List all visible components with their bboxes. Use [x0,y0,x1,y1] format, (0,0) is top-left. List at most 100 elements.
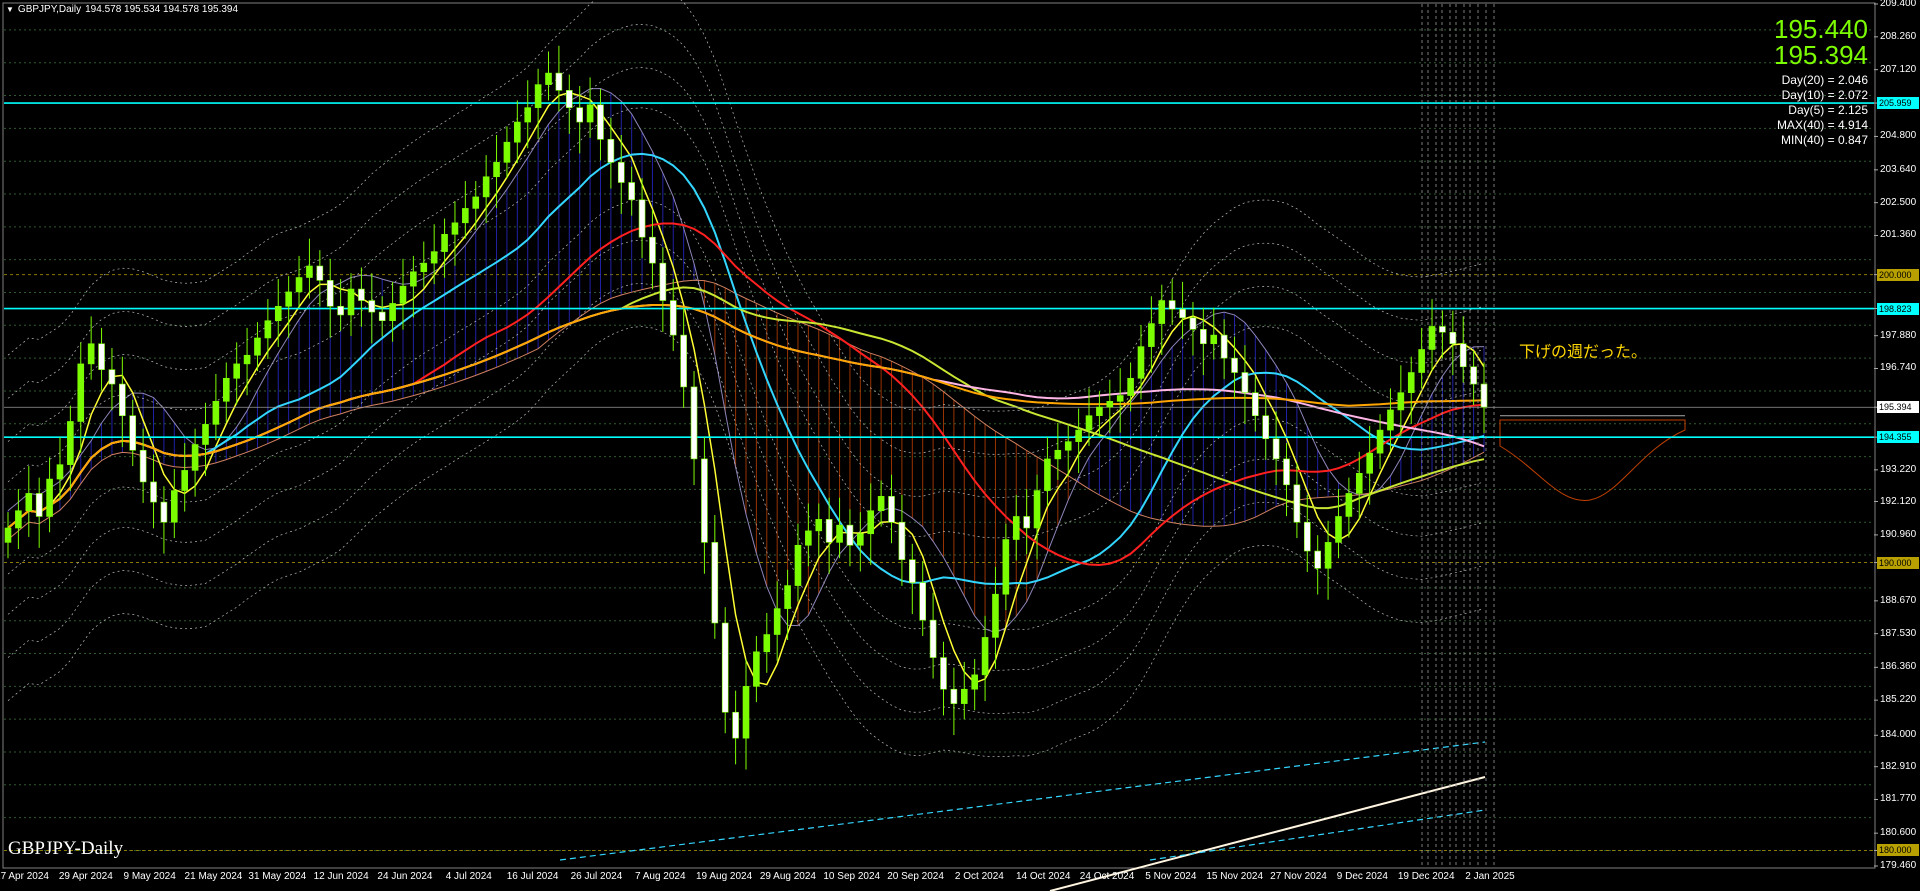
symbol-timeframe: GBPJPY,Daily [17,4,82,15]
candle-body [784,585,791,609]
candle-body [597,104,604,140]
candle-body [171,490,178,523]
candle-body [129,415,137,451]
y-tick-label: 187.530 [1880,627,1917,639]
candle-body [773,608,781,635]
y-tick-label: 185.220 [1880,694,1917,706]
x-tick-label: 19 Dec 2024 [1397,871,1455,882]
x-tick-label: 27 Nov 2024 [1270,871,1327,882]
candle-body [1033,490,1041,529]
candle-body [1470,366,1477,385]
candle-body [1428,326,1436,350]
candle-body [1127,377,1134,396]
candle-body [649,236,656,264]
candle-body [825,519,833,543]
x-tick-label: 7 Aug 2024 [634,871,686,882]
candle-body [1075,429,1082,442]
x-tick-label: 15 Nov 2024 [1206,871,1264,882]
candle-body [524,107,532,123]
candle-body [368,300,376,313]
price-chart[interactable] [0,0,1920,891]
candle-body [1314,550,1321,569]
candle-body [1168,300,1176,310]
candle-body [1335,516,1342,543]
stat-min40: MIN(40) = 0.847 [1780,133,1868,147]
candle-body [680,334,687,388]
x-tick-label: 24 Oct 2024 [1079,871,1135,882]
candle-body [420,262,428,273]
candle-body [56,464,64,480]
candle-body [451,222,459,235]
chevron-down-icon[interactable]: ▼ [6,5,14,14]
ask-price: 195.394 [1774,40,1868,70]
x-tick-label: 2 Jan 2025 [1465,871,1515,882]
candle-body [108,369,116,385]
candle-body [1200,329,1207,345]
stat-day5: Day(5) = 2.125 [1788,103,1868,117]
candle-body [212,401,220,425]
candle-body [1407,372,1415,393]
candle-body [1272,438,1280,460]
candle-body [399,285,407,304]
x-tick-label: 14 Oct 2024 [1015,871,1071,882]
candle-body [243,354,251,365]
candle-body [264,320,272,339]
candle-body [430,251,438,264]
candle-body [960,688,968,704]
candle-body [711,542,719,624]
candle-body [1189,317,1197,330]
range-stats: Day(20) = 2.046 Day(10) = 2.072 Day(5) =… [1777,73,1868,148]
candle-body [617,162,625,183]
candle-body [1303,521,1311,552]
candle-body [316,265,324,281]
candle-body [441,234,448,252]
candle-body [1418,349,1425,373]
chart-annotation[interactable]: 下げの週だった。 [1519,338,1647,362]
x-tick-label: 5 Nov 2024 [1145,871,1197,882]
chart-header: ▼ GBPJPY,Daily 194.578 195.534 194.578 195… [6,4,242,15]
x-tick-label: 16 Jul 2024 [506,871,559,882]
y-tick-label: 184.000 [1880,729,1917,741]
candle-body [285,291,292,307]
candle-body [971,674,978,690]
candle-body [1387,409,1394,431]
stat-day10: Day(10) = 2.072 [1781,88,1868,102]
candle-body [857,533,864,546]
candle-body [1148,323,1155,347]
x-tick-label: 2 Oct 2024 [954,871,1004,882]
candle-body [1210,334,1218,345]
candle-body [295,277,303,293]
candle-body [1376,429,1384,454]
candle-body [1096,406,1103,417]
candle-body [1179,308,1186,319]
candle-body [4,527,12,543]
stat-day20: Day(20) = 2.046 [1781,73,1868,87]
ohlc-values: 194.578 195.534 194.578 195.394 [85,4,239,15]
y-tick-label: 180.600 [1880,827,1917,839]
candle-body [909,559,916,583]
candle-body [1023,516,1030,529]
candle-body [929,619,937,658]
candle-body [1137,346,1145,379]
candle-body [493,162,500,178]
candle-body [753,651,760,687]
candle-body [1459,343,1467,368]
candle-body [254,337,261,356]
candle-body [46,478,53,517]
candle-body [1480,383,1488,408]
candle-body [732,711,739,739]
candle-body [815,519,823,532]
candle-body [119,383,126,417]
y-tick-label: 207.120 [1880,63,1917,75]
candle-body [1231,357,1238,373]
candle-body [1293,484,1301,523]
candle-body [1064,441,1072,451]
price-level-tag: 198.823 [1877,302,1919,315]
candle-body [950,688,958,704]
candle-body [1345,493,1353,517]
x-tick-label: 9 May 2024 [123,871,176,882]
candle-body [763,634,771,653]
candle-body [805,530,812,546]
candle-body [659,262,667,301]
candle-body [690,386,698,460]
